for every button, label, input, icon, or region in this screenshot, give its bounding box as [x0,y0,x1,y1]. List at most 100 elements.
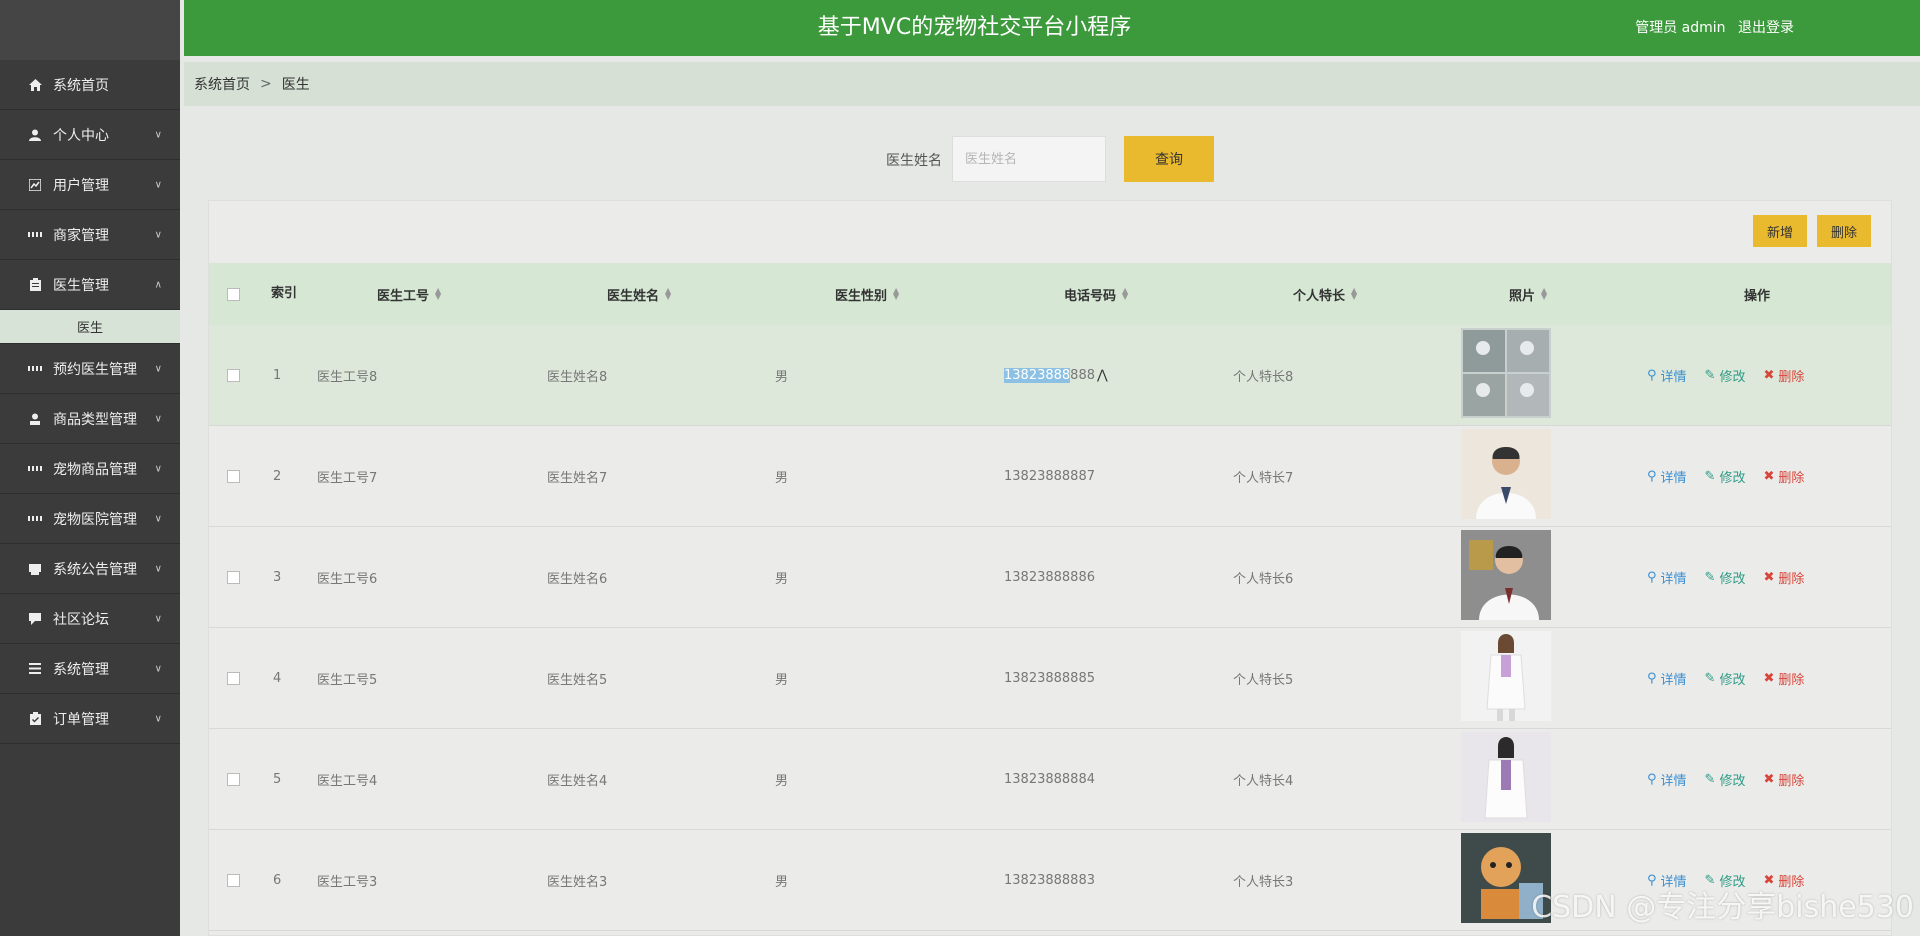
search-button[interactable]: 查询 [1124,136,1214,182]
row-checkbox[interactable] [227,772,240,786]
header-photo[interactable]: 照片 ▲ ▼ [1509,263,1547,325]
pencil-icon: ✎ [1704,367,1716,383]
cell-index: 4 [273,670,282,686]
header-index[interactable]: 索引 [271,263,297,325]
row-checkbox[interactable] [227,469,240,483]
doctor-table-panel: 新增 删除 索引 医生工号 ▲ ▼ 医生姓名 ▲ ▼ 医生性别 ▲ ▼ 电话号码 ▲ ▼ 个人特… [208,200,1892,936]
breadcrumb-home[interactable]: 系统首页 [194,74,250,94]
delete-button[interactable]: ✖ 删除 [1763,467,1804,486]
sidebar-item-appointments[interactable]: 预约医生管理 ∨ [0,344,180,394]
header-doc-name-label: 医生姓名 [607,288,660,304]
header-doc-no[interactable]: 医生工号 ▲ ▼ [377,263,441,325]
detail-button[interactable]: ⚲ 详情 [1647,770,1687,789]
row-checkbox[interactable] [227,570,240,584]
cell-doc-name: 医生姓名7 [547,470,608,486]
sidebar-item-orders[interactable]: 订单管理 ∨ [0,694,180,744]
sidebar-item-forum[interactable]: 社区论坛 ∨ [0,594,180,644]
cell-phone: 13823888885 [1004,670,1095,686]
search-icon: ⚲ [1647,468,1657,484]
cell-specialty: 个人特长8 [1233,369,1294,385]
breadcrumb-separator: > [260,76,272,92]
phone-rest-text: 888 [1070,367,1095,383]
sidebar-item-system[interactable]: 系统管理 ∨ [0,644,180,694]
header-specialty[interactable]: 个人特长 ▲ ▼ [1293,263,1357,325]
edit-button[interactable]: ✎ 修改 [1705,568,1746,587]
pencil-icon: ✎ [1704,771,1716,787]
sidebar-item-label: 宠物商品管理 [53,461,137,478]
edit-button[interactable]: ✎ 修改 [1705,366,1746,385]
grid-icon [28,462,42,476]
detail-button[interactable]: ⚲ 详情 [1647,568,1687,587]
cell-gender: 男 [775,773,789,789]
sidebar-item-label: 宠物医院管理 [53,511,137,528]
header-gender[interactable]: 医生性别 ▲ ▼ [835,263,899,325]
add-button[interactable]: 新增 [1752,215,1807,247]
grid-icon [28,228,42,242]
header-doc-name[interactable]: 医生姓名 ▲ ▼ [607,263,671,325]
sidebar-item-label: 医生管理 [53,277,109,294]
table-row[interactable]: 3 医生工号6 医生姓名6 男 13823888886 个人特长6 ⚲ 详情 ✎ 修… [209,527,1891,628]
edit-button[interactable]: ✎ 修改 [1705,467,1746,486]
sidebar-item-pet-products[interactable]: 宠物商品管理 ∨ [0,444,180,494]
edit-button[interactable]: ✎ 修改 [1705,669,1746,688]
table-row[interactable]: 2 医生工号7 医生姓名7 男 13823888887 个人特长7 ⚲ 详情 ✎ 修… [209,426,1891,527]
sidebar-item-announcements[interactable]: 系统公告管理 ∨ [0,544,180,594]
sidebar-item-label: 商家管理 [53,227,109,244]
sidebar-item-home[interactable]: 系统首页 [0,60,180,110]
doctor-name-search-input[interactable] [952,136,1106,182]
close-icon: ✖ [1763,771,1775,787]
close-icon: ✖ [1763,367,1775,383]
sidebar-item-label: 预约医生管理 [53,361,137,378]
chevron-down-icon: ∨ [154,613,162,624]
grid-icon [28,362,42,376]
delete-button[interactable]: ✖ 删除 [1763,770,1804,789]
sidebar-item-product-types[interactable]: 商品类型管理 ∨ [0,394,180,444]
search-icon: ⚲ [1647,670,1657,686]
sidebar-subitem-doctor[interactable]: 医生 [0,310,180,344]
cell-doc-name: 医生姓名8 [547,369,608,385]
search-icon: ⚲ [1647,569,1657,585]
sidebar-item-label: 社区论坛 [53,611,109,628]
cell-index: 2 [273,468,282,484]
detail-button[interactable]: ⚲ 详情 [1647,669,1687,688]
table-row[interactable]: 1 医生工号8 医生姓名8 男 13823888 888 ⋀ 个人特长8 ⚲ 详情 ✎… [209,325,1891,426]
header-phone[interactable]: 电话号码 ▲ ▼ [1064,263,1128,325]
edit-button[interactable]: ✎ 修改 [1705,770,1746,789]
cell-doc-no: 医生工号5 [317,672,378,688]
cell-doc-name: 医生姓名5 [547,672,608,688]
detail-button[interactable]: ⚲ 详情 [1647,366,1687,385]
cell-doc-no: 医生工号3 [317,874,378,890]
bulk-delete-button[interactable]: 删除 [1816,215,1871,247]
cell-gender: 男 [775,470,789,486]
cell-gender: 男 [775,369,789,385]
sidebar-item-label: 系统公告管理 [53,561,137,578]
doctor-photo [1461,631,1551,721]
select-all-checkbox[interactable] [227,287,240,301]
row-checkbox[interactable] [227,671,240,685]
row-actions: ⚲ 详情 ✎ 修改 ✖ 删除 [1647,426,1804,526]
row-actions: ⚲ 详情 ✎ 修改 ✖ 删除 [1647,527,1804,627]
sidebar-item-merchants[interactable]: 商家管理 ∨ [0,210,180,260]
sidebar-item-doctors[interactable]: 医生管理 ∧ [0,260,180,310]
delete-button[interactable]: ✖ 删除 [1763,366,1804,385]
cell-doc-name: 医生姓名4 [547,773,608,789]
cell-phone: 13823888887 [1004,468,1095,484]
cell-doc-no: 医生工号8 [317,369,378,385]
cell-specialty: 个人特长3 [1233,874,1294,890]
delete-button[interactable]: ✖ 删除 [1763,669,1804,688]
cell-specialty: 个人特长7 [1233,470,1294,486]
clipboard-icon [28,278,42,292]
chevron-down-icon: ∨ [154,363,162,374]
table-toolbar: 新增 删除 [1752,215,1871,247]
logout-link[interactable]: 退出登录 [1738,20,1794,36]
table-row[interactable]: 4 医生工号5 医生姓名5 男 13823888885 个人特长5 ⚲ 详情 ✎ 修… [209,628,1891,729]
detail-button[interactable]: ⚲ 详情 [1647,467,1687,486]
user-area: 管理员 admin 退出登录 [1627,0,1794,56]
search-icon: ⚲ [1647,367,1657,383]
row-actions: ⚲ 详情 ✎ 修改 ✖ 删除 [1647,628,1804,728]
row-checkbox[interactable] [227,873,240,887]
sidebar-item-pet-hospitals[interactable]: 宠物医院管理 ∨ [0,494,180,544]
row-checkbox[interactable] [227,368,240,382]
delete-button[interactable]: ✖ 删除 [1763,568,1804,587]
table-row[interactable]: 5 医生工号4 医生姓名4 男 13823888884 个人特长4 ⚲ 详情 ✎ 修… [209,729,1891,830]
